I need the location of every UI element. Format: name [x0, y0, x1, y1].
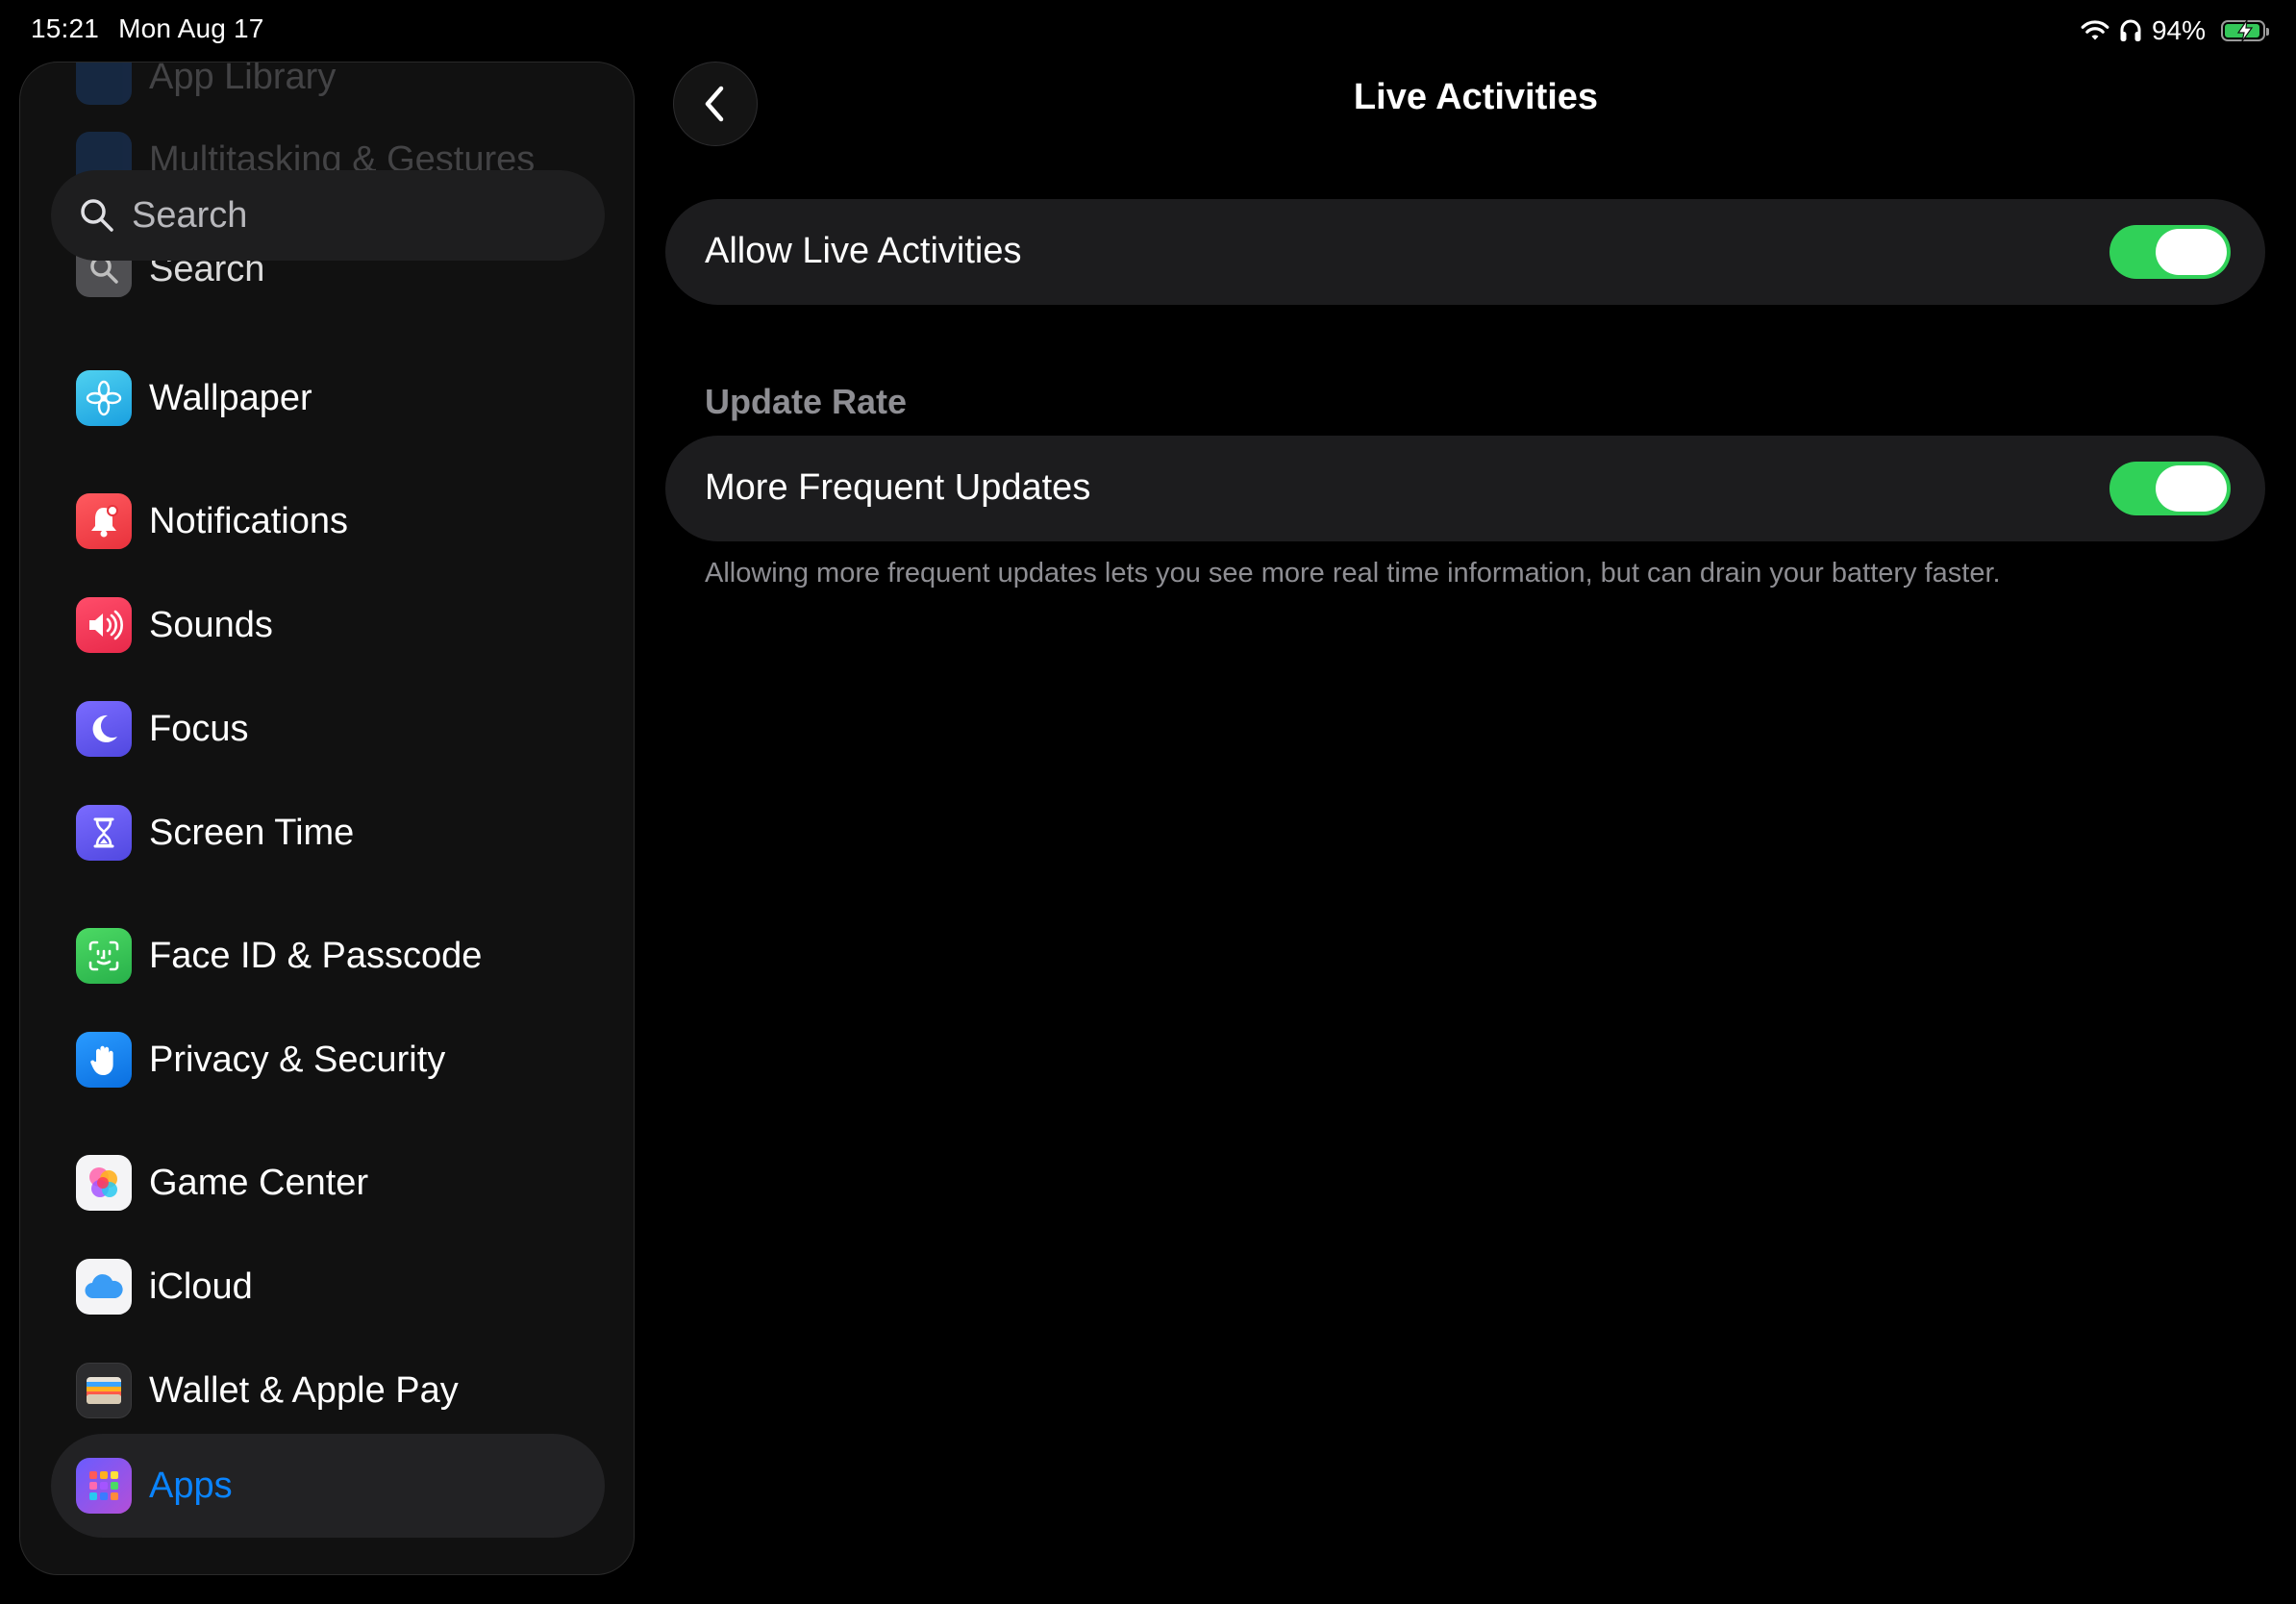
- sidebar-item-label: Sounds: [149, 604, 273, 645]
- sidebar-item-label: Wallet & Apple Pay: [149, 1369, 459, 1411]
- allow-live-activities-label: Allow Live Activities: [705, 231, 1022, 271]
- sidebar-item-screen-time[interactable]: Screen Time: [76, 803, 354, 863]
- faceid-icon: [76, 928, 132, 984]
- wifi-icon: [2081, 20, 2109, 40]
- search-field[interactable]: Search: [51, 170, 605, 261]
- bell-icon: [76, 493, 132, 549]
- battery-percent: 94%: [2151, 15, 2206, 45]
- update-rate-footnote: Allowing more frequent updates lets you …: [705, 558, 2001, 589]
- more-frequent-updates-row[interactable]: More Frequent Updates: [665, 436, 2265, 541]
- section-header-update-rate: Update Rate: [705, 382, 908, 421]
- sidebar-item-label: Privacy & Security: [149, 1039, 446, 1080]
- hourglass-icon: [76, 805, 132, 861]
- sidebar-item-sounds[interactable]: Sounds: [76, 595, 273, 655]
- headphones-icon: [2120, 19, 2141, 41]
- more-frequent-updates-label: More Frequent Updates: [705, 467, 1091, 508]
- sidebar-item-label: Notifications: [149, 500, 348, 541]
- hand-icon: [76, 1032, 132, 1088]
- flower-icon: [76, 370, 132, 426]
- battery-icon: [2221, 20, 2269, 41]
- sidebar-item-apps-selected[interactable]: Apps: [51, 1434, 605, 1538]
- app-library-icon: [76, 63, 132, 105]
- sidebar-item-notifications[interactable]: Notifications: [76, 491, 348, 551]
- chevron-left-icon: [705, 86, 724, 122]
- status-indicators: 94%: [2081, 13, 2269, 48]
- search-placeholder: Search: [132, 194, 248, 236]
- status-time: 15:21: [31, 13, 100, 43]
- sidebar-item-label: Face ID & Passcode: [149, 935, 483, 976]
- page-title: Live Activities: [1353, 77, 1599, 117]
- ghost-item-app-library: App Library: [76, 63, 336, 105]
- apps-grid-icon: [76, 1458, 132, 1514]
- charging-bolt-icon: [2236, 20, 2254, 41]
- sidebar-item-label: Wallpaper: [149, 377, 312, 418]
- status-time-date: 15:21 Mon Aug 17: [31, 13, 264, 44]
- sidebar-item-game-center[interactable]: Game Center: [76, 1153, 368, 1213]
- allow-live-activities-row[interactable]: Allow Live Activities: [665, 199, 2265, 305]
- allow-live-activities-toggle[interactable]: [2109, 225, 2231, 279]
- settings-sidebar[interactable]: App Library Multitasking & Gestures Sear…: [19, 62, 635, 1575]
- sidebar-item-label: Focus: [149, 708, 249, 749]
- sidebar-item-label: Screen Time: [149, 812, 355, 853]
- sidebar-item-privacy[interactable]: Privacy & Security: [76, 1030, 445, 1090]
- sidebar-item-label: Game Center: [149, 1162, 369, 1203]
- search-icon: [81, 199, 113, 232]
- sidebar-item-wallet[interactable]: Wallet & Apple Pay: [76, 1361, 459, 1420]
- sidebar-item-icloud[interactable]: iCloud: [76, 1257, 253, 1316]
- toggle-knob: [2156, 229, 2227, 275]
- sidebar-item-label: Apps: [149, 1465, 233, 1506]
- bubbles-icon: [76, 1155, 132, 1211]
- more-frequent-updates-toggle[interactable]: [2109, 462, 2231, 515]
- back-button[interactable]: [673, 62, 758, 146]
- toggle-knob: [2156, 465, 2227, 512]
- speaker-icon: [76, 597, 132, 653]
- sidebar-item-face-id[interactable]: Face ID & Passcode: [76, 926, 482, 986]
- wallet-icon: [76, 1363, 132, 1418]
- status-date: Mon Aug 17: [118, 13, 264, 43]
- status-bar: 15:21 Mon Aug 17 94%: [0, 0, 2296, 62]
- sidebar-item-label: iCloud: [149, 1266, 253, 1307]
- cloud-icon: [76, 1259, 132, 1315]
- moon-icon: [76, 701, 132, 757]
- battery-nub: [2266, 28, 2269, 36]
- sidebar-item-focus[interactable]: Focus: [76, 699, 248, 759]
- sidebar-item-wallpaper[interactable]: Wallpaper: [76, 368, 312, 428]
- sidebar-item-apps[interactable]: Apps: [76, 1456, 233, 1516]
